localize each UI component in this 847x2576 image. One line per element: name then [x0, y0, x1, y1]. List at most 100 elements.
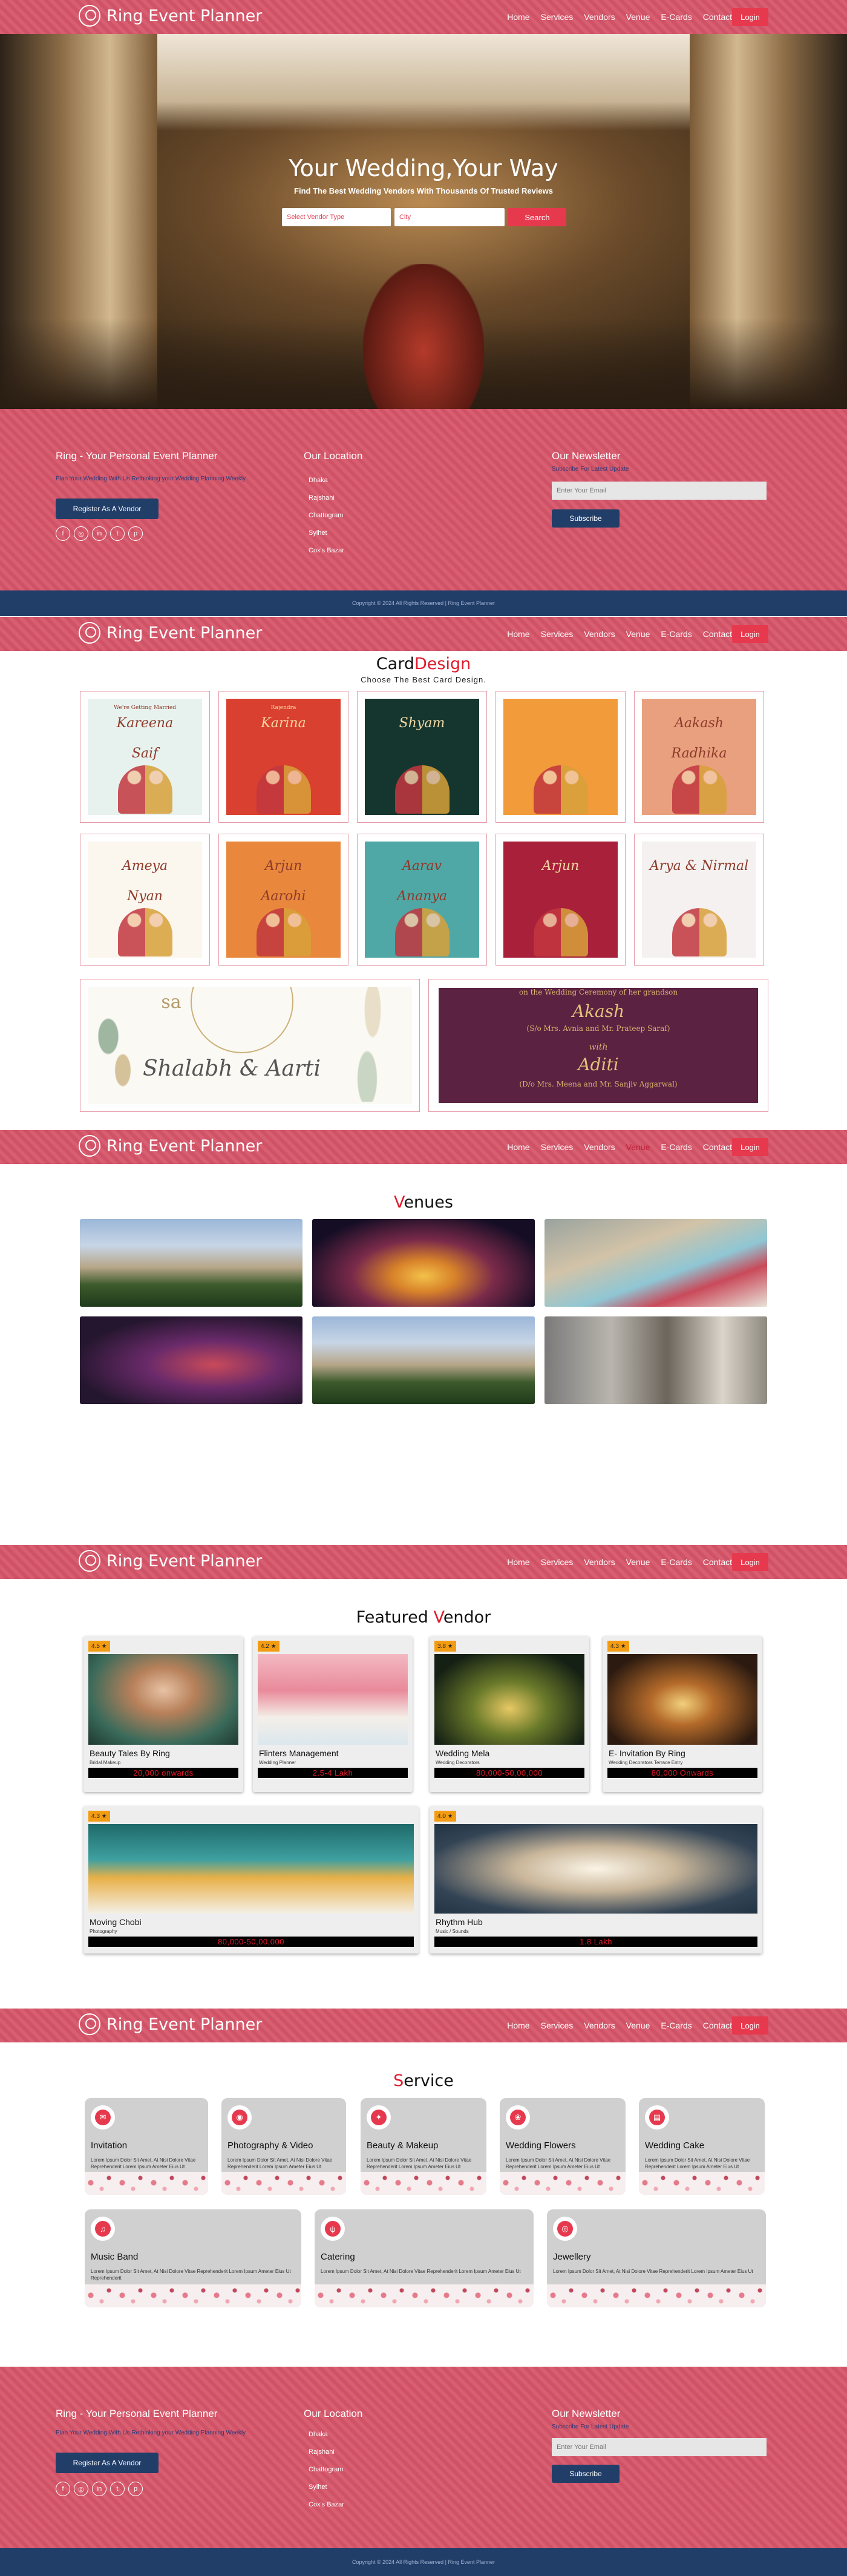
login-button[interactable]: Login	[732, 8, 768, 26]
location-item[interactable]: Dhaka	[309, 2426, 344, 2444]
vendor-card[interactable]: 4.3 ★ Moving Chobi Photography 80,000-50,00…	[83, 1806, 419, 1953]
invitation-card[interactable]: Shyam	[357, 691, 487, 823]
nav-home[interactable]: Home	[507, 2021, 529, 2030]
invitation-card[interactable]: on the Wedding Ceremony of her grandson …	[428, 979, 768, 1112]
venue-image[interactable]	[312, 1316, 535, 1404]
nav-venue[interactable]: Venue	[626, 1142, 650, 1152]
venue-image[interactable]	[312, 1219, 535, 1307]
venue-image[interactable]	[80, 1316, 302, 1404]
invitation-card[interactable]	[495, 691, 626, 823]
vendor-card[interactable]: 3.8 ★ Wedding Mela Wedding Decorators 80,00…	[430, 1636, 589, 1792]
vendor-type-select[interactable]: Select Vendor Type	[282, 208, 391, 226]
service-card[interactable]: ψ Catering Lorem Ipsum Dolor Sit Amet, At …	[315, 2209, 534, 2307]
login-button[interactable]: Login	[732, 1553, 768, 1571]
invitation-card[interactable]: We're Getting Married Kareena Saif	[80, 691, 210, 823]
invitation-card[interactable]: sa Shalabh & Aarti	[80, 979, 420, 1112]
nav-home[interactable]: Home	[507, 1557, 529, 1567]
vendor-card[interactable]: 4.5 ★ Beauty Tales By Ring Bridal Makeup 20…	[83, 1636, 243, 1792]
nav-vendors[interactable]: Vendors	[584, 629, 615, 639]
facebook-icon[interactable]: f	[56, 2482, 70, 2496]
nav-ecards[interactable]: E-Cards	[661, 1142, 692, 1152]
subscribe-button[interactable]: Subscribe	[552, 2465, 620, 2483]
location-item[interactable]: Sylhet	[309, 525, 344, 542]
nav-services[interactable]: Services	[541, 1142, 574, 1152]
nav-vendors[interactable]: Vendors	[584, 2021, 615, 2030]
city-select[interactable]: City	[394, 208, 505, 226]
brand[interactable]: Ring Event Planner	[79, 1135, 262, 1157]
facebook-icon[interactable]: f	[56, 526, 70, 541]
nav-home[interactable]: Home	[507, 1142, 529, 1152]
invitation-card[interactable]: Aarav Ananya	[357, 834, 487, 966]
vendor-card[interactable]: 4.2 ★ Flinters Management Wedding Planner 2…	[253, 1636, 413, 1792]
twitter-icon[interactable]: t	[110, 2482, 125, 2496]
service-card[interactable]: ◎ Jewellery Lorem Ipsum Dolor Sit Amet, At…	[547, 2209, 766, 2307]
nav-venue[interactable]: Venue	[626, 2021, 650, 2030]
nav-ecards[interactable]: E-Cards	[661, 1557, 692, 1567]
nav-venue[interactable]: Venue	[626, 12, 650, 22]
nav-ecards[interactable]: E-Cards	[661, 2021, 692, 2030]
location-item[interactable]: Cox's Bazar	[309, 2496, 344, 2514]
nav-contact[interactable]: Contact	[703, 629, 732, 639]
login-button[interactable]: Login	[732, 1138, 768, 1156]
twitter-icon[interactable]: t	[110, 526, 125, 541]
instagram-icon[interactable]: ◎	[74, 2482, 88, 2496]
register-vendor-button[interactable]: Register As A Vendor	[56, 499, 159, 519]
service-card[interactable]: ❀ Wedding Flowers Lorem Ipsum Dolor Sit Am…	[500, 2098, 626, 2195]
brand[interactable]: Ring Event Planner	[79, 622, 262, 644]
location-item[interactable]: Cox's Bazar	[309, 542, 344, 560]
location-item[interactable]: Rajshahi	[309, 2444, 344, 2461]
venue-image[interactable]	[544, 1316, 767, 1404]
invitation-card[interactable]: Arjun	[495, 834, 626, 966]
location-item[interactable]: Sylhet	[309, 2479, 344, 2496]
venue-image[interactable]	[544, 1219, 767, 1307]
linkedin-icon[interactable]: in	[92, 2482, 106, 2496]
service-card[interactable]: ◉ Photography & Video Lorem Ipsum Dolor Si…	[221, 2098, 346, 2195]
instagram-icon[interactable]: ◎	[74, 526, 88, 541]
linkedin-icon[interactable]: in	[92, 526, 106, 541]
brand[interactable]: Ring Event Planner	[79, 5, 262, 27]
nav-venue[interactable]: Venue	[626, 629, 650, 639]
invitation-card[interactable]: Aakash Radhika	[634, 691, 764, 823]
pinterest-icon[interactable]: p	[128, 2482, 143, 2496]
pinterest-icon[interactable]: p	[128, 526, 143, 541]
newsletter-email-input[interactable]: Enter Your Email	[552, 482, 767, 500]
location-item[interactable]: Chattogram	[309, 507, 344, 525]
service-card[interactable]: ✉ Invitation Lorem Ipsum Dolor Sit Amet, A…	[85, 2098, 208, 2195]
nav-contact[interactable]: Contact	[703, 1142, 732, 1152]
nav-vendors[interactable]: Vendors	[584, 1142, 615, 1152]
invitation-card[interactable]: Arya & Nirmal	[634, 834, 764, 966]
brand[interactable]: Ring Event Planner	[79, 1550, 262, 1572]
newsletter-email-input[interactable]: Enter Your Email	[552, 2438, 767, 2456]
nav-services[interactable]: Services	[541, 2021, 574, 2030]
location-item[interactable]: Rajshahi	[309, 489, 344, 507]
service-card[interactable]: ✦ Beauty & Makeup Lorem Ipsum Dolor Sit Am…	[361, 2098, 486, 2195]
invitation-card[interactable]: Arjun Aarohi	[218, 834, 348, 966]
register-vendor-button[interactable]: Register As A Vendor	[56, 2453, 159, 2473]
service-card[interactable]: ♫ Music Band Lorem Ipsum Dolor Sit Amet, A…	[85, 2209, 301, 2307]
nav-venue[interactable]: Venue	[626, 1557, 650, 1567]
nav-ecards[interactable]: E-Cards	[661, 12, 692, 22]
nav-ecards[interactable]: E-Cards	[661, 629, 692, 639]
nav-home[interactable]: Home	[507, 12, 529, 22]
location-item[interactable]: Chattogram	[309, 2461, 344, 2479]
service-card[interactable]: ▤ Wedding Cake Lorem Ipsum Dolor Sit Amet,…	[639, 2098, 765, 2195]
subscribe-button[interactable]: Subscribe	[552, 509, 620, 528]
login-button[interactable]: Login	[732, 625, 768, 643]
nav-services[interactable]: Services	[541, 12, 574, 22]
invitation-card[interactable]: Ameya Nyan	[80, 834, 210, 966]
nav-contact[interactable]: Contact	[703, 2021, 732, 2030]
login-button[interactable]: Login	[732, 2016, 768, 2035]
nav-contact[interactable]: Contact	[703, 1557, 732, 1567]
venue-image[interactable]	[80, 1219, 302, 1307]
brand[interactable]: Ring Event Planner	[79, 2013, 262, 2035]
invitation-card[interactable]: Rajendra Karina	[218, 691, 348, 823]
nav-contact[interactable]: Contact	[703, 12, 732, 22]
vendor-card[interactable]: 4.0 ★ Rhythm Hub Music / Sounds 1.8 Lakh	[430, 1806, 762, 1953]
nav-vendors[interactable]: Vendors	[584, 1557, 615, 1567]
nav-services[interactable]: Services	[541, 629, 574, 639]
location-item[interactable]: Dhaka	[309, 472, 344, 489]
nav-home[interactable]: Home	[507, 629, 529, 639]
nav-vendors[interactable]: Vendors	[584, 12, 615, 22]
search-button[interactable]: Search	[508, 208, 566, 226]
nav-services[interactable]: Services	[541, 1557, 574, 1567]
